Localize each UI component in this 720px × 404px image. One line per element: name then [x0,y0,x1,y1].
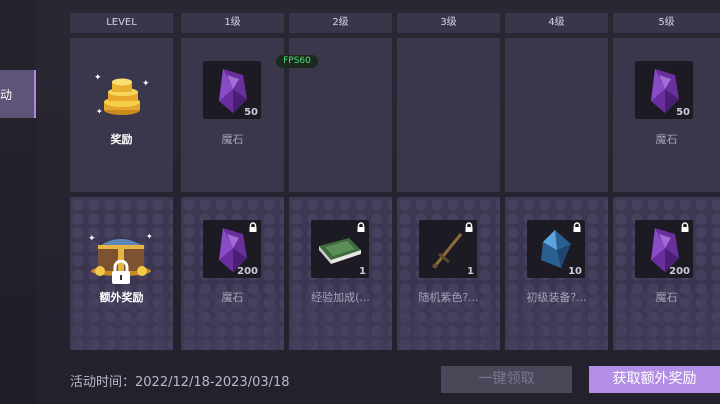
svg-text:✦: ✦ [146,232,153,241]
extra-reward-cell-level-2[interactable]: 1 经验加成(... [289,197,392,350]
item-name: 魔石 [655,291,678,304]
header-level-4: 4级 [505,13,608,33]
reward-cell-level-4[interactable] [505,38,608,192]
reward-cell-level-5[interactable]: 50 魔石 [613,38,720,192]
header-level-5: 5级 [613,13,720,33]
reward-row-label: 奖励 [110,133,133,146]
reward-item-slot[interactable]: 50 [203,61,261,119]
item-name: 初级装备?... [526,291,587,304]
reward-cell-level-1[interactable]: 50 魔石 [181,38,284,192]
lock-icon [249,222,257,232]
item-name: 魔石 [221,291,244,304]
item-name: 魔石 [221,133,244,146]
extra-reward-item-slot[interactable]: 1 [311,220,369,278]
extra-reward-cell-level-5[interactable]: 200 魔石 [613,197,720,350]
header-level-3: 3级 [397,13,500,33]
sidebar-tab-active[interactable]: 动 [0,70,37,118]
extra-reward-cell-level-1[interactable]: 200 魔石 [181,197,284,350]
item-quantity: 1 [359,266,366,277]
extra-reward-item-slot[interactable]: 200 [635,220,693,278]
svg-text:✦: ✦ [88,234,96,244]
gold-coins-icon: ✦ ✦ ✦ [94,73,150,116]
svg-text:✦: ✦ [96,107,103,116]
extra-reward-row-label: 额外奖励 [99,291,144,304]
item-name: 随机紫色?... [418,291,479,304]
sidebar-tab-label: 动 [0,88,13,102]
item-quantity: 1 [467,266,474,277]
lock-icon [573,222,581,232]
header-level-2: 2级 [289,13,392,33]
item-quantity: 200 [669,266,690,277]
extra-reward-item-slot[interactable]: 200 [203,220,261,278]
activity-time: 活动时间：2022/12/18-2023/03/18 [70,375,290,390]
extra-reward-cell-level-4[interactable]: 10 初级装备?... [505,197,608,350]
lock-icon [112,260,130,284]
lock-icon [681,222,689,232]
extra-reward-cell-level-3[interactable]: 1 随机紫色?... [397,197,500,350]
item-name: 魔石 [655,133,678,146]
item-quantity: 10 [568,266,582,277]
svg-text:✦: ✦ [94,73,102,83]
header-level-1: 1级 [181,13,284,33]
reward-row-label-cell: ✦ ✦ ✦ 奖励 [70,38,173,192]
get-extra-reward-button[interactable]: 获取额外奖励 [589,366,720,393]
item-name: 经验加成(... [311,291,370,304]
claim-all-button[interactable]: 一键领取 [441,366,572,393]
item-quantity: 200 [237,266,258,277]
extra-reward-item-slot[interactable]: 10 [527,220,585,278]
fps-badge: FPS60 [276,55,318,68]
lock-icon [465,222,473,232]
extra-reward-item-slot[interactable]: 1 [419,220,477,278]
item-quantity: 50 [244,107,258,118]
lock-icon [357,222,365,232]
item-quantity: 50 [676,107,690,118]
svg-text:✦: ✦ [142,79,150,89]
reward-item-slot[interactable]: 50 [635,61,693,119]
header-level: LEVEL [70,13,173,33]
extra-reward-row-label-cell: ✦ ✦ 额外奖励 [70,197,173,350]
reward-cell-level-3[interactable] [397,38,500,192]
left-sidebar: 动 [0,0,37,404]
